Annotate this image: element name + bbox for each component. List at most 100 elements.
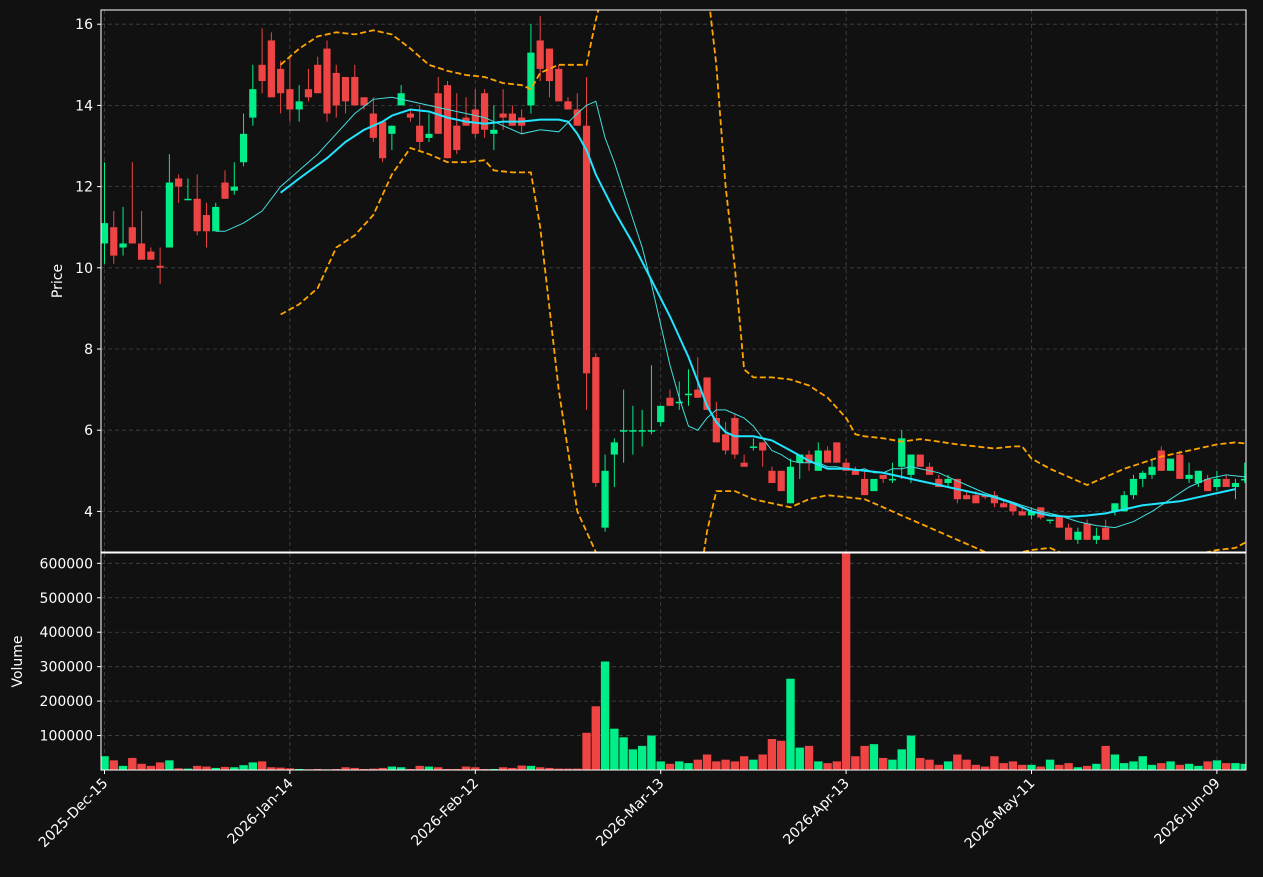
volume-bar (990, 756, 999, 770)
volume-bar (619, 737, 628, 770)
candle-body (1204, 478, 1212, 492)
candle-body (1139, 472, 1147, 479)
candle-body (675, 401, 683, 404)
candle-body (647, 430, 656, 432)
candle-body (101, 223, 109, 244)
volume-bar (888, 759, 897, 770)
candle-body (351, 76, 359, 106)
candle-body (508, 113, 516, 126)
candle-body (740, 462, 748, 467)
candle-body (620, 430, 628, 432)
volume-bar (1175, 764, 1185, 770)
candle-body (1074, 531, 1082, 540)
candle-body (527, 52, 535, 106)
volume-tick-label: 600000 (40, 556, 93, 572)
volume-bar (934, 764, 943, 770)
volume-bar (1055, 764, 1064, 770)
volume-bar (165, 760, 174, 770)
volume-bar (795, 747, 804, 770)
candle-body (944, 478, 952, 483)
volume-bar (684, 763, 693, 770)
volume-bar (591, 706, 601, 770)
candle-body (175, 178, 183, 187)
candle-body (286, 89, 294, 110)
volume-bar (962, 759, 971, 770)
volume-bar (1138, 756, 1147, 770)
candle-body (258, 64, 266, 82)
candle-body (907, 454, 915, 475)
candle-body (1055, 515, 1063, 528)
volume-bar (526, 765, 536, 770)
volume-bar (1036, 766, 1045, 770)
volume-bar (387, 766, 397, 770)
candle-body (536, 40, 544, 69)
volume-bar (971, 764, 981, 770)
volume-bar (1120, 763, 1129, 770)
candle-body (304, 89, 313, 98)
candle-body (870, 478, 878, 492)
volume-bar (804, 745, 814, 770)
candle-body (1185, 474, 1193, 479)
volume-bar (202, 766, 211, 770)
volume-bar (101, 756, 109, 770)
volume-bar (1221, 763, 1231, 770)
chart-background (0, 0, 1263, 873)
volume-bar (878, 757, 888, 770)
volume-bar (999, 763, 1008, 770)
candle-body (314, 64, 322, 94)
volume-bar (665, 763, 675, 770)
candle-body (916, 454, 924, 467)
volume-bar (1082, 765, 1092, 770)
candle-body (749, 446, 757, 448)
volume-bar (637, 745, 647, 770)
candle-body (777, 470, 785, 492)
volume-bar (675, 761, 684, 770)
volume-bar (841, 553, 851, 770)
price-tick-label: 16 (75, 17, 93, 33)
volume-bar (823, 763, 832, 770)
candle-body (295, 101, 303, 110)
volume-bar (953, 754, 962, 770)
volume-bar (1018, 764, 1027, 770)
candle-body (684, 393, 693, 396)
candle-body (545, 48, 554, 82)
candle-body (861, 478, 869, 496)
volume-bar (1027, 764, 1036, 770)
candle-body (833, 442, 841, 463)
candle-body (499, 113, 507, 118)
candle-body (1231, 482, 1240, 488)
candle-body (638, 430, 646, 432)
volume-bar (767, 739, 777, 770)
volume-bar (777, 740, 786, 770)
candle-body (555, 68, 563, 102)
candle-body (249, 89, 257, 118)
volume-bar (461, 766, 471, 770)
volume-bar (582, 732, 591, 770)
volume-bar (424, 766, 434, 770)
candle-body (119, 243, 127, 248)
volume-bar (730, 761, 740, 770)
candle-body (888, 478, 897, 481)
volume-tick-label: 500000 (40, 591, 93, 607)
candle-body (1148, 466, 1156, 475)
candle-body (629, 430, 637, 432)
volume-bar (257, 761, 267, 770)
candle-body (147, 251, 155, 260)
candle-body (879, 474, 887, 479)
volume-tick-label: 200000 (40, 694, 93, 710)
volume-bar (1212, 760, 1222, 770)
volume-bar (758, 754, 767, 770)
candle-body (453, 125, 461, 151)
volume-bar (721, 759, 730, 770)
volume-bar (193, 765, 202, 770)
candle-body (239, 133, 248, 163)
volume-bar (415, 765, 424, 770)
candle-body (165, 182, 173, 248)
volume-bar (814, 761, 823, 770)
volume-axis-label: Volume (10, 635, 26, 687)
candle-body (341, 76, 350, 102)
volume-bar (980, 766, 990, 770)
volume-bar (610, 728, 619, 770)
candle-body (786, 466, 795, 504)
volume-bar (1045, 759, 1055, 770)
